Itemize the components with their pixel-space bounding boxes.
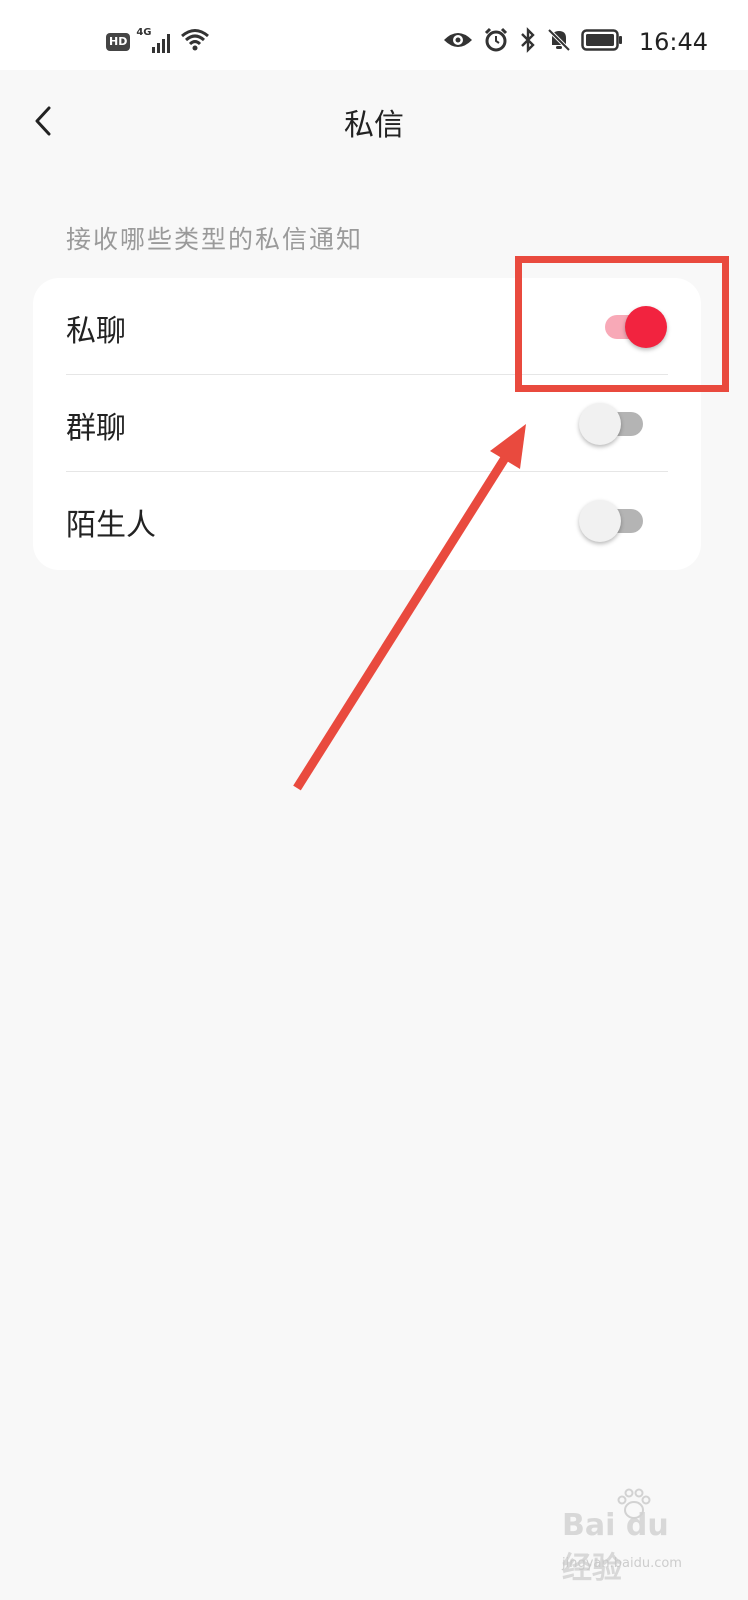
status-right: 16:44 xyxy=(443,26,708,58)
setting-row-strangers[interactable]: 陌生人 xyxy=(33,472,701,569)
hd-badge: HD xyxy=(106,33,131,51)
status-left: HD 4G xyxy=(106,27,210,57)
app-header: 私信 xyxy=(0,70,748,170)
alarm-clock-icon xyxy=(483,27,509,57)
page-title: 私信 xyxy=(344,108,404,143)
annotation-highlight-box xyxy=(515,256,729,392)
status-time: 16:44 xyxy=(638,28,708,56)
setting-label: 私聊 xyxy=(66,314,126,349)
watermark-url: jingyan.baidu.com xyxy=(562,1556,682,1571)
network-4g-icon: 4G xyxy=(136,27,174,55)
toggle-thumb xyxy=(579,500,621,542)
battery-icon xyxy=(581,29,623,55)
group-chat-toggle[interactable] xyxy=(579,403,649,445)
eye-icon xyxy=(443,29,473,55)
section-caption: 接收哪些类型的私信通知 xyxy=(66,225,364,254)
wifi-icon xyxy=(180,27,210,57)
setting-label: 群聊 xyxy=(66,411,126,446)
mute-bell-icon xyxy=(547,27,571,57)
baidu-watermark: Bai du 经验 jingyan.baidu.com xyxy=(562,1488,702,1586)
setting-label: 陌生人 xyxy=(66,508,156,543)
status-bar: HD 4G 16:44 xyxy=(0,0,748,70)
strangers-toggle[interactable] xyxy=(579,500,649,542)
toggle-thumb xyxy=(579,403,621,445)
bluetooth-icon xyxy=(519,27,537,57)
watermark-brand: Bai du 经验 xyxy=(562,1508,669,1586)
